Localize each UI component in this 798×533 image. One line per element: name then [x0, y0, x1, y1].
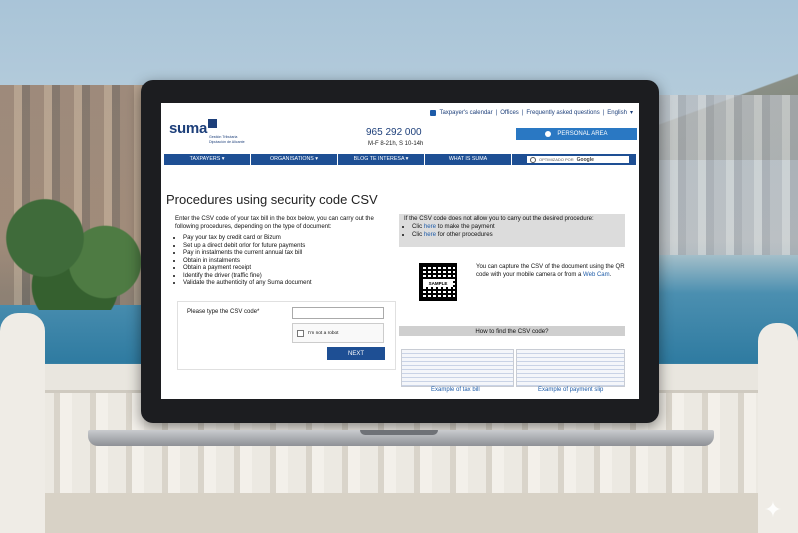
separator: | [495, 109, 498, 116]
other-procedures-here-link[interactable]: here [424, 231, 436, 238]
opening-hours: M-F 8-21h, S 10-14h [368, 141, 424, 147]
suma-logo[interactable]: suma Gestión Tributaria Diputación de Al… [169, 119, 245, 144]
text: Clic [412, 223, 424, 230]
next-button[interactable]: NEXT [327, 347, 385, 360]
text: Clic [412, 231, 424, 238]
find-csv-heading: How to find the CSV code? [399, 326, 625, 336]
list-item: Pay your tax by credit card or Bizum [183, 234, 312, 242]
user-icon [545, 131, 552, 137]
list-item: Obtain a payment receipt [183, 264, 312, 272]
balustrade-post-left [0, 313, 45, 533]
csv-code-input[interactable] [292, 307, 384, 319]
nav-taxpayers[interactable]: TAXPAYERS ▾ [164, 154, 251, 165]
phone-number: 965 292 000 [366, 127, 422, 138]
web-cam-link[interactable]: Web Cam [583, 272, 610, 278]
example-payment-slip-link[interactable]: Example of payment slip [538, 387, 603, 393]
separator: | [602, 109, 605, 116]
payment-here-link[interactable]: here [424, 223, 436, 230]
balustrade-base [0, 493, 798, 533]
page-title: Procedures using security code CSV [166, 192, 378, 207]
nav-what-is-suma[interactable]: WHAT IS SUMA [425, 154, 512, 165]
search-icon [530, 156, 536, 163]
recaptcha-label: I'm not a robot [308, 330, 339, 336]
csv-form: Please type the CSV code* I'm not a robo… [177, 301, 396, 370]
search-hint: OPTIMIZADO POR [539, 157, 574, 162]
text: to make the payment [436, 223, 495, 230]
background-buildings-right [658, 95, 798, 255]
example-tax-bill-link[interactable]: Example of tax bill [431, 387, 480, 393]
nav-blog[interactable]: BLOG TE INTERESA ▾ [338, 154, 425, 165]
personal-area-label: PERSONAL AREA [557, 131, 608, 137]
laptop-screen: Taxpayer's calendar | Offices | Frequent… [161, 103, 639, 399]
personal-area-button[interactable]: PERSONAL AREA [516, 128, 637, 140]
laptop-notch [360, 430, 438, 435]
list-item: Validate the authenticity of any Suma do… [183, 279, 312, 287]
taxpayer-calendar-link[interactable]: Taxpayer's calendar [439, 110, 492, 116]
faq-link[interactable]: Frequently asked questions [526, 110, 599, 116]
offices-link[interactable]: Offices [500, 110, 519, 116]
qr-instructions: You can capture the CSV of the document … [476, 263, 626, 279]
logo-sub-line2: Diputación de Alicante [209, 139, 245, 144]
separator: | [521, 109, 524, 116]
list-item: Clic here for other procedures [412, 231, 620, 239]
sparkle-icon: ✦ [763, 497, 783, 522]
list-item: Identify the driver (traffic fine) [183, 272, 312, 280]
recaptcha-widget[interactable]: I'm not a robot [292, 323, 384, 343]
recaptcha-checkbox[interactable] [297, 329, 304, 337]
logo-subtitle: Gestión Tributaria Diputación de Alicant… [209, 135, 245, 144]
background-trees [0, 190, 150, 310]
calendar-icon [430, 109, 437, 116]
intro-text: Enter the CSV code of your tax bill in t… [175, 215, 374, 230]
language-selector[interactable]: English [607, 110, 627, 116]
procedure-list: Pay your tax by credit card or Bizum Set… [175, 234, 312, 287]
qr-sample-label: SAMPLE [423, 279, 453, 287]
list-item: Obtain in instalments [183, 257, 312, 265]
nav-organisations[interactable]: ORGANISATIONS ▾ [251, 154, 338, 165]
csv-label: Please type the CSV code* [187, 309, 260, 315]
logo-word: suma [169, 120, 207, 137]
text: for other procedures [436, 231, 493, 238]
alternative-procedures-box: If the CSV code does not allow you to ca… [399, 214, 625, 247]
text: . [609, 272, 612, 278]
payment-slip-thumbnail[interactable] [516, 349, 625, 387]
search-brand: Google [576, 156, 594, 163]
alternative-notice: If the CSV code does not allow you to ca… [404, 215, 594, 222]
search-input[interactable]: OPTIMIZADO POR Google [527, 156, 629, 163]
chevron-down-icon: ▾ [629, 110, 633, 116]
list-item: Set up a direct debit orlor for future p… [183, 242, 312, 250]
list-item: Clic here to make the payment [412, 223, 620, 231]
tax-bill-thumbnail[interactable] [401, 349, 514, 387]
logo-square-icon [208, 119, 217, 128]
list-item: Pay in instalments the current annual ta… [183, 249, 312, 257]
top-links: Taxpayer's calendar | Offices | Frequent… [430, 109, 633, 116]
